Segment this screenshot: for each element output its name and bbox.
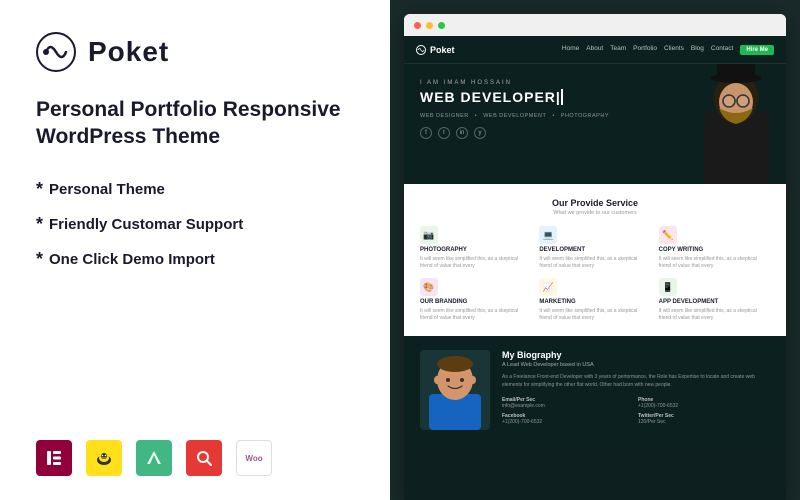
hero-title: WEB DEVELOPER| (420, 90, 770, 105)
appdev-icon: 📱 (659, 278, 677, 296)
left-panel: Poket Personal Portfolio ResponsiveWordP… (0, 0, 390, 500)
service-name-photography: PHOTOGRAPHY (420, 247, 531, 253)
services-grid: 📷 PHOTOGRAPHY It will seem like simplifi… (420, 226, 770, 322)
hero-text-area: I AM IMAM HOSSAIN WEB DEVELOPER| WEB DES… (420, 80, 770, 139)
qr-badge[interactable] (186, 440, 222, 476)
service-card-photography: 📷 PHOTOGRAPHY It will seem like simplifi… (420, 226, 531, 270)
browser-dot-green (438, 22, 445, 29)
bio-title: My Biography (502, 350, 770, 360)
vuejs-badge[interactable] (136, 440, 172, 476)
nav-link-home: Home (562, 45, 579, 55)
woo-label: Woo (245, 454, 262, 463)
tagline: Personal Portfolio ResponsiveWordPress T… (36, 96, 354, 151)
browser-dot-red (414, 22, 421, 29)
feature-item: Personal Theme (36, 179, 354, 200)
bio-desc: As a Freelance Front-end Developer with … (502, 374, 770, 389)
photography-icon: 📷 (420, 226, 438, 244)
nav-link-blog: Blog (691, 45, 704, 55)
site-logo: Poket (416, 45, 455, 55)
bio-text: My Biography A Lead Web Developer based … (502, 350, 770, 425)
site-nav: Poket Home About Team Portfolio Clients … (404, 36, 786, 64)
feature-item: Friendly Customar Support (36, 214, 354, 235)
logo-area: Poket (36, 32, 354, 72)
service-desc-branding: It will seem like simplified this, as a … (420, 308, 531, 322)
logo-icon (36, 32, 76, 72)
hero-tag-dev: WEB DEVELOPMENT (483, 113, 546, 119)
service-card-branding: 🎨 OUR BRANDING It will seem like simplif… (420, 278, 531, 322)
service-card-development: 💻 DEVELOPMENT It will seem like simplifi… (539, 226, 650, 270)
badge-row: Woo (36, 440, 354, 476)
services-subtitle: What we provide to our customers (420, 210, 770, 216)
service-desc-marketing: It will seem like simplified this, as a … (539, 308, 650, 322)
nav-cta-button[interactable]: Hire Me (740, 45, 774, 55)
hero-social: f t in y (420, 127, 770, 139)
logo-text: Poket (88, 36, 169, 68)
site-hero: I AM IMAM HOSSAIN WEB DEVELOPER| WEB DES… (404, 64, 786, 184)
development-icon: 💻 (539, 226, 557, 244)
bio-role: A Lead Web Developer based in USA (502, 362, 770, 368)
service-card-appdev: 📱 APP DEVELOPMENT It will seem like simp… (659, 278, 770, 322)
service-desc-appdev: It will seem like simplified this, as a … (659, 308, 770, 322)
browser-content: Poket Home About Team Portfolio Clients … (404, 36, 786, 500)
social-fb-icon[interactable]: f (420, 127, 432, 139)
nav-link-portfolio: Portfolio (633, 45, 657, 55)
mailchimp-badge[interactable] (86, 440, 122, 476)
right-panel: Poket Home About Team Portfolio Clients … (390, 0, 800, 500)
site-logo-text: Poket (430, 45, 455, 55)
site-nav-links: Home About Team Portfolio Clients Blog C… (562, 45, 774, 55)
service-name-appdev: APP DEVELOPMENT (659, 299, 770, 305)
hero-tags: WEB DESIGNER • WEB DEVELOPMENT • PHOTOGR… (420, 113, 770, 119)
bio-person-illustration (420, 350, 490, 430)
hero-tag-designer: WEB DESIGNER (420, 113, 469, 119)
hero-tag-photo: PHOTOGRAPHY (561, 113, 609, 119)
social-li-icon[interactable]: in (456, 127, 468, 139)
browser-bar (404, 14, 786, 36)
nav-link-clients: Clients (664, 45, 684, 55)
elementor-badge[interactable] (36, 440, 72, 476)
bio-detail-facebook: Facebook +1(200)-700-6532 (502, 413, 634, 425)
marketing-icon: 📈 (539, 278, 557, 296)
hero-pre-title: I AM IMAM HOSSAIN (420, 80, 770, 86)
bio-detail-email: Email/Per Sec info@example.com (502, 397, 634, 409)
bio-detail-twitter: Twitter/Per Sec 120/Per Sec (638, 413, 770, 425)
service-desc-development: It will seem like simplified this, as a … (539, 256, 650, 270)
site-bio: My Biography A Lead Web Developer based … (404, 336, 786, 444)
bio-person-svg (421, 352, 489, 430)
services-title: Our Provide Service (420, 198, 770, 208)
social-tw-icon[interactable]: t (438, 127, 450, 139)
browser-dot-yellow (426, 22, 433, 29)
mockup-browser: Poket Home About Team Portfolio Clients … (404, 14, 786, 500)
branding-icon: 🎨 (420, 278, 438, 296)
bio-details: Email/Per Sec info@example.com Phone +1(… (502, 397, 770, 425)
nav-link-team: Team (610, 45, 626, 55)
bio-detail-phone: Phone +1(200)-700-6532 (638, 397, 770, 409)
woocommerce-badge[interactable]: Woo (236, 440, 272, 476)
social-yt-icon[interactable]: y (474, 127, 486, 139)
service-name-copywriting: COPY WRITING (659, 247, 770, 253)
service-card-marketing: 📈 MARKETING It will seem like simplified… (539, 278, 650, 322)
features-list: Personal Theme Friendly Customar Support… (36, 179, 354, 270)
service-card-copywriting: ✏️ COPY WRITING It will seem like simpli… (659, 226, 770, 270)
copywriting-icon: ✏️ (659, 226, 677, 244)
feature-item: One Click Demo Import (36, 249, 354, 270)
nav-link-contact: Contact (711, 45, 733, 55)
service-desc-copywriting: It will seem like simplified this, as a … (659, 256, 770, 270)
service-name-development: DEVELOPMENT (539, 247, 650, 253)
service-name-branding: OUR BRANDING (420, 299, 531, 305)
site-services: Our Provide Service What we provide to o… (404, 184, 786, 336)
service-desc-photography: It will seem like simplified this, as a … (420, 256, 531, 270)
nav-link-about: About (586, 45, 603, 55)
service-name-marketing: MARKETING (539, 299, 650, 305)
